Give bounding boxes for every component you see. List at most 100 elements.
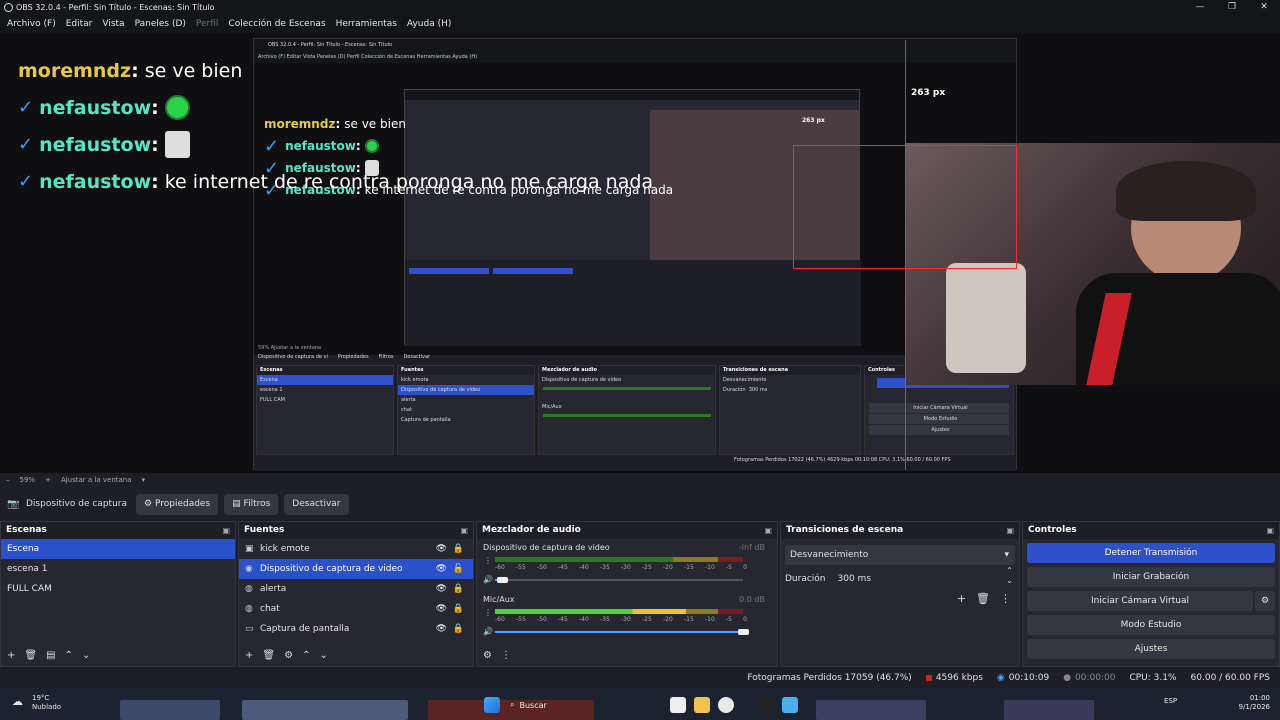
- face-emote-icon: [164, 131, 190, 158]
- verified-badge-icon: ✓: [18, 134, 34, 155]
- volume-slider[interactable]: [497, 577, 509, 583]
- minimize-button[interactable]: —: [1184, 0, 1216, 15]
- menu-herramientas[interactable]: Herramientas: [331, 19, 402, 29]
- scale-tick-label: -20: [663, 616, 673, 623]
- source-item[interactable]: ◉ Dispositivo de captura de video 👁 🔓: [239, 559, 473, 579]
- menu-dots-icon[interactable]: ⋮: [501, 650, 511, 661]
- add-scene-button[interactable]: +: [7, 650, 15, 661]
- gear-icon[interactable]: ⚙: [483, 650, 492, 661]
- trash-icon[interactable]: 🗑: [24, 650, 37, 661]
- window-title: OBS 32.0.4 - Perfil: Sin Título - Escena…: [16, 3, 215, 12]
- taskbar-thumbnail: [120, 700, 220, 720]
- add-source-button[interactable]: +: [245, 650, 253, 661]
- transition-select[interactable]: Desvanecimiento ▾: [785, 545, 1015, 565]
- mixer-channel: Mic/Aux 0.0 dB ⋮ -60 -55 -50 -45 -40 -35 -30 -2…: [483, 595, 765, 636]
- scale-tick-label: -40: [579, 616, 589, 623]
- move-up-icon[interactable]: ⌃: [65, 650, 73, 661]
- start-recording-button[interactable]: Iniciar Grabación: [1027, 567, 1275, 587]
- trash-icon[interactable]: 🗑: [262, 650, 275, 661]
- source-item[interactable]: ◍ chat 👁 🔒: [239, 599, 473, 619]
- move-down-icon[interactable]: ⌄: [319, 650, 327, 661]
- move-down-icon[interactable]: ⌄: [82, 650, 90, 661]
- volume-slider[interactable]: [738, 629, 749, 635]
- globe-icon: ◍: [245, 604, 253, 614]
- speaker-icon[interactable]: 🔊: [483, 627, 493, 636]
- scale-tick-label: -15: [684, 616, 694, 623]
- zoom-out-button[interactable]: –: [6, 476, 10, 484]
- menu-editar[interactable]: Editar: [61, 19, 98, 29]
- filters-button[interactable]: ▤ Filtros: [224, 493, 279, 515]
- app-icon[interactable]: [670, 697, 686, 713]
- trash-icon[interactable]: 🗑: [976, 592, 990, 605]
- scale-tick-label: -50: [537, 616, 547, 623]
- bitrate-indicator-icon: [925, 675, 932, 681]
- maximize-button[interactable]: ❐: [1216, 0, 1248, 15]
- zoom-in-button[interactable]: +: [45, 476, 51, 484]
- menu-dots-icon[interactable]: ⋮: [484, 556, 492, 565]
- language-indicator[interactable]: ESP: [1164, 697, 1177, 705]
- chevron-down-icon[interactable]: ▾: [142, 476, 146, 484]
- gear-icon[interactable]: ⚙: [284, 650, 293, 661]
- nested-scenes-panel: Escenas Escena escena 1 FULL CAM: [256, 365, 394, 455]
- menu-paneles[interactable]: Paneles (D): [130, 19, 191, 29]
- taskbar-search[interactable]: ⌕ Buscar: [510, 697, 547, 713]
- sources-panel: Fuentes ▣ ▣ kick emote 👁 🔒 ◉ Dispositivo de c…: [238, 521, 474, 667]
- gear-icon: ⚙: [144, 498, 153, 509]
- menu-dots-icon[interactable]: ⋮: [1000, 592, 1011, 605]
- scale-tick-label: -25: [642, 616, 652, 623]
- menu-dots-icon[interactable]: ⋮: [484, 608, 492, 617]
- chat-line: ✓ nefaustow:: [18, 89, 678, 126]
- menu-coleccion-escenas[interactable]: Colección de Escenas: [223, 19, 330, 29]
- dock-icon: ▣: [1266, 526, 1274, 535]
- clock[interactable]: 01:00 9/1/2026: [1239, 694, 1270, 712]
- folder-icon[interactable]: [694, 697, 710, 713]
- chrome-icon[interactable]: [718, 697, 734, 713]
- chat-overlay: moremndz: se ve bien ✓ nefaustow: ✓ nefaust…: [18, 52, 678, 200]
- selection-box[interactable]: [793, 145, 1017, 269]
- studio-mode-button[interactable]: Modo Estudio: [1027, 615, 1275, 635]
- deactivate-button[interactable]: Desactivar: [284, 493, 349, 515]
- gear-icon[interactable]: ⚙: [1255, 591, 1275, 611]
- add-transition-button[interactable]: +: [957, 592, 966, 605]
- search-icon: ⌕: [510, 700, 515, 709]
- filter-icon[interactable]: ▤: [46, 650, 55, 661]
- mixer-channel: Dispositivo de captura de video -inf dB …: [483, 543, 765, 584]
- scene-item[interactable]: FULL CAM: [1, 579, 235, 599]
- transitions-panel: Transiciones de escena ▣ Desvanecimiento ▾…: [780, 521, 1020, 667]
- stop-stream-button[interactable]: Detener Transmisión: [1027, 543, 1275, 563]
- fit-window-button[interactable]: Ajustar a la ventana: [61, 476, 132, 484]
- scene-item[interactable]: Escena: [1, 539, 235, 559]
- properties-button[interactable]: ⚙ Propiedades: [136, 493, 219, 515]
- weather-widget[interactable]: ☁ 19°C Nublado: [12, 694, 61, 712]
- chat-line: moremndz: se ve bien: [18, 59, 243, 82]
- lock-icon: 🔒: [452, 604, 464, 614]
- scale-tick-label: 0: [743, 616, 747, 623]
- speaker-icon[interactable]: 🔊: [483, 575, 493, 584]
- move-up-icon[interactable]: ⌃: [302, 650, 310, 661]
- record-icon: ●: [1063, 673, 1072, 683]
- close-button[interactable]: ✕: [1248, 0, 1280, 15]
- record-time: 00:00:00: [1075, 673, 1116, 683]
- source-item[interactable]: ▭ Captura de pantalla 👁 🔒: [239, 619, 473, 639]
- menu-perfil[interactable]: Perfil: [191, 19, 224, 29]
- menu-ayuda[interactable]: Ayuda (H): [402, 19, 456, 29]
- menu-bar: Archivo (F) Editar Vista Paneles (D) Per…: [0, 15, 1280, 33]
- scale-tick-label: -45: [558, 616, 568, 623]
- obs-icon[interactable]: [758, 697, 774, 713]
- source-item[interactable]: ▣ kick emote 👁 🔒: [239, 539, 473, 559]
- duration-input[interactable]: 300 ms ⌃ ⌄: [833, 566, 1019, 589]
- app-icon[interactable]: [782, 697, 798, 713]
- scale-tick-label: -55: [516, 616, 526, 623]
- virtual-camera-button[interactable]: Iniciar Cámara Virtual: [1027, 591, 1253, 611]
- settings-button[interactable]: Ajustes: [1027, 639, 1275, 659]
- scale-tick-label: -30: [621, 564, 631, 571]
- windows-start-icon[interactable]: [484, 697, 500, 713]
- eye-icon: 👁: [435, 604, 447, 614]
- scene-item[interactable]: escena 1: [1, 559, 235, 579]
- source-item[interactable]: ◍ alerta 👁 🔒: [239, 579, 473, 599]
- selected-source-name: 📷Dispositivo de captura de v: [7, 499, 130, 509]
- menu-archivo[interactable]: Archivo (F): [2, 19, 61, 29]
- menu-vista[interactable]: Vista: [97, 19, 129, 29]
- globe-icon: ◍: [245, 584, 253, 594]
- scale-tick-label: -10: [705, 564, 715, 571]
